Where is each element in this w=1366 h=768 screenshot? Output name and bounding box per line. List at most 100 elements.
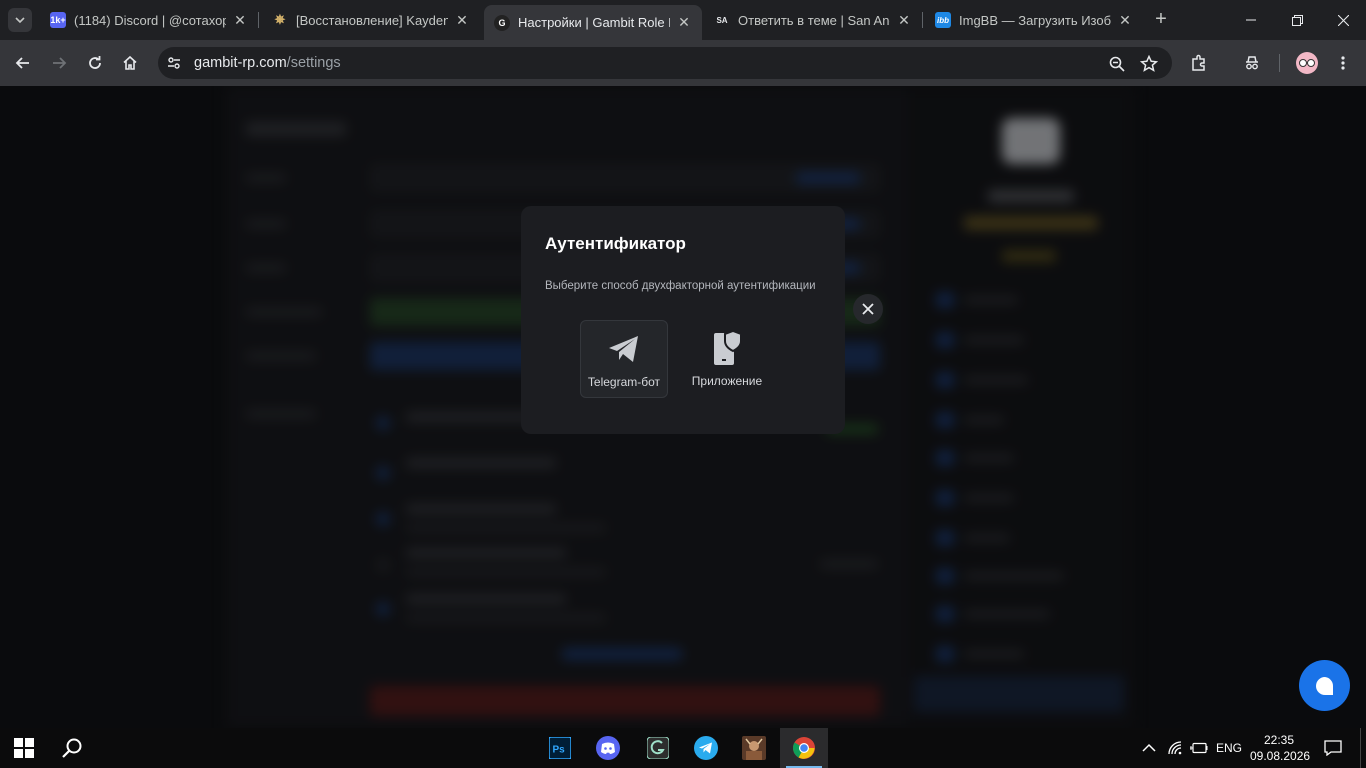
authenticator-modal: Аутентификатор Выберите способ двухфакто… xyxy=(521,206,845,434)
browser-menu-button[interactable] xyxy=(1331,51,1355,75)
option-telegram-bot[interactable]: Telegram-бот xyxy=(580,320,668,398)
toolbar-divider xyxy=(1279,54,1280,72)
tab-title: (1184) Discord | @сотахори xyxy=(74,12,226,28)
minimize-icon xyxy=(1246,19,1256,21)
gta-launcher-icon xyxy=(647,737,669,759)
imgbb-favicon-icon: ibb xyxy=(935,12,951,28)
svg-text:Ps: Ps xyxy=(553,745,566,756)
notifications-button[interactable] xyxy=(1324,728,1342,768)
taskbar-game[interactable] xyxy=(730,728,778,768)
taskbar-photoshop[interactable]: Ps xyxy=(536,728,584,768)
close-window-button[interactable] xyxy=(1320,0,1366,40)
puzzle-icon xyxy=(1192,54,1205,71)
close-icon xyxy=(1337,14,1349,26)
restore-icon xyxy=(1291,14,1303,26)
back-button[interactable] xyxy=(11,51,35,75)
show-desktop-button[interactable] xyxy=(1360,728,1361,768)
clock-date: 09.08.2026 xyxy=(1250,749,1311,763)
arrow-left-icon xyxy=(15,57,29,69)
address-bar[interactable]: gambit-rp.com/settings xyxy=(158,47,1172,79)
gambit-favicon-icon: G xyxy=(494,14,510,31)
extensions-button[interactable] xyxy=(1187,51,1211,75)
tab-divider xyxy=(922,12,923,28)
chat-bubble-icon xyxy=(1315,676,1333,695)
tab-san-andreas[interactable]: SA Ответить в теме | San Andre ✕ xyxy=(704,5,922,35)
browser-toolbar: gambit-rp.com/settings xyxy=(0,40,1366,86)
zoom-icon[interactable] xyxy=(1108,55,1126,73)
chevron-down-icon xyxy=(15,17,25,24)
tab-imgbb[interactable]: ibb ImgBB — Загрузить Изобра ✕ xyxy=(925,5,1143,35)
incognito-button[interactable] xyxy=(1240,51,1264,75)
tab-kayden[interactable]: ✵ [Восстановление] Kayden Bi ✕ xyxy=(262,5,480,35)
chevron-up-icon xyxy=(1142,743,1156,752)
telegram-icon xyxy=(606,331,642,367)
wifi-icon xyxy=(1168,741,1182,755)
close-tab-icon[interactable]: ✕ xyxy=(1117,12,1133,29)
glasses-avatar-icon xyxy=(1299,59,1315,67)
windows-logo-icon xyxy=(14,738,34,758)
taskbar-telegram[interactable] xyxy=(682,728,730,768)
tab-gambit-settings[interactable]: G Настройки | Gambit Role Pla ✕ xyxy=(484,5,702,40)
notification-icon xyxy=(1324,740,1342,756)
clock-time: 22:35 xyxy=(1263,733,1295,747)
tab-search-button[interactable] xyxy=(8,8,32,32)
chrome-icon xyxy=(793,737,815,759)
search-icon xyxy=(62,738,82,758)
taskbar-gta-launcher[interactable] xyxy=(634,728,682,768)
tab-title: [Восстановление] Kayden Bi xyxy=(296,12,448,28)
option-label: Telegram-бот xyxy=(587,375,661,389)
phone-shield-icon xyxy=(709,330,745,366)
discord-favicon-icon: 1k+ xyxy=(50,12,66,28)
reload-icon xyxy=(89,56,101,69)
battery-charging-icon xyxy=(1190,742,1208,754)
tab-title: Настройки | Gambit Role Pla xyxy=(518,15,670,30)
option-label: Приложение xyxy=(691,374,763,388)
sheriff-star-favicon-icon: ✵ xyxy=(274,12,286,27)
start-button[interactable] xyxy=(0,728,48,768)
option-app[interactable]: Приложение xyxy=(683,320,771,398)
photoshop-icon: Ps xyxy=(549,737,571,759)
reload-button[interactable] xyxy=(83,51,107,75)
tab-divider xyxy=(258,12,259,28)
home-icon xyxy=(123,55,137,70)
support-chat-button[interactable] xyxy=(1299,660,1350,711)
new-tab-button[interactable]: + xyxy=(1151,9,1171,30)
close-tab-icon[interactable]: ✕ xyxy=(676,14,692,31)
modal-close-button[interactable] xyxy=(853,294,883,324)
taskbar-discord[interactable] xyxy=(584,728,632,768)
battery-status[interactable] xyxy=(1190,728,1208,768)
spy-icon xyxy=(1246,56,1258,70)
tab-strip: 1k+ (1184) Discord | @сотахори ✕ ✵ [Восс… xyxy=(0,0,1366,40)
modal-title: Аутентификатор xyxy=(545,234,686,253)
windows-taskbar: Ps ENG 22:35 09.08.2026 xyxy=(0,728,1366,768)
tab-discord[interactable]: 1k+ (1184) Discord | @сотахори ✕ xyxy=(40,5,258,35)
url-host: gambit-rp.com xyxy=(194,55,287,71)
site-settings-icon[interactable] xyxy=(166,55,182,71)
search-button[interactable] xyxy=(48,728,96,768)
system-clock[interactable]: 22:35 09.08.2026 xyxy=(1250,732,1311,764)
input-language[interactable]: ENG xyxy=(1216,728,1242,768)
telegram-icon xyxy=(694,736,718,760)
taskbar-chrome[interactable] xyxy=(780,728,828,768)
tab-title: Ответить в теме | San Andre xyxy=(738,12,890,28)
close-tab-icon[interactable]: ✕ xyxy=(232,12,248,29)
game-icon xyxy=(742,736,766,760)
more-vertical-icon xyxy=(1341,56,1345,70)
restore-button[interactable] xyxy=(1274,0,1320,40)
close-tab-icon[interactable]: ✕ xyxy=(454,12,470,29)
discord-icon xyxy=(596,736,620,760)
tab-title: ImgBB — Загрузить Изобра xyxy=(959,12,1111,28)
home-button[interactable] xyxy=(118,51,142,75)
arrow-right-icon xyxy=(53,57,67,69)
close-tab-icon[interactable]: ✕ xyxy=(896,12,912,29)
sa-favicon-icon: SA xyxy=(716,15,728,25)
minimize-button[interactable] xyxy=(1228,0,1274,40)
bookmark-star-icon[interactable] xyxy=(1140,55,1158,73)
forward-button[interactable] xyxy=(47,51,71,75)
network-status[interactable] xyxy=(1168,728,1184,768)
profile-avatar[interactable] xyxy=(1296,52,1318,74)
modal-description: Выберите способ двухфакторной аутентифик… xyxy=(545,280,816,292)
tray-overflow-button[interactable] xyxy=(1142,728,1156,768)
close-icon xyxy=(862,303,874,315)
url-path: /settings xyxy=(286,55,341,71)
